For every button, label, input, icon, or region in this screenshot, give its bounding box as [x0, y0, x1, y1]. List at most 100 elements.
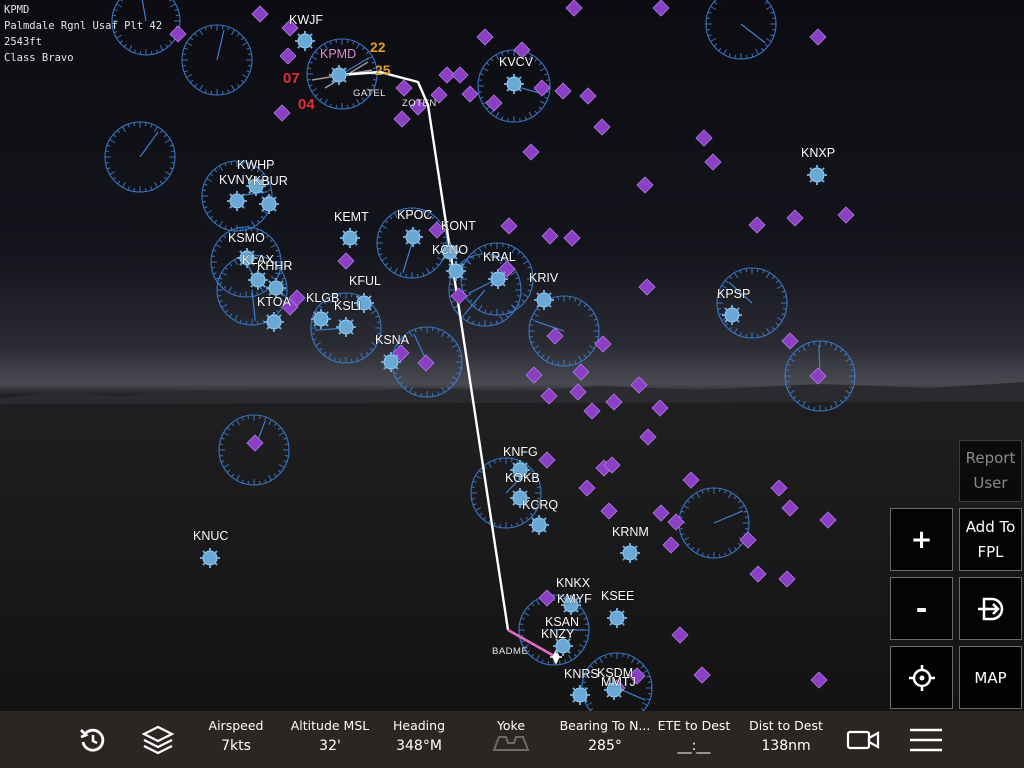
airport-label[interactable]: KNZY	[541, 627, 575, 641]
range-ring-tick	[247, 53, 252, 56]
airport-label[interactable]: KSNA	[375, 333, 410, 347]
airport-label[interactable]: KPSP	[717, 287, 751, 301]
airport-label[interactable]: KHHR	[257, 259, 293, 273]
airport-label[interactable]: KWJF	[289, 13, 324, 27]
instrument-airspeed[interactable]: Airspeed 7kts	[196, 711, 276, 768]
airport-label[interactable]: KFUL	[349, 274, 381, 288]
airport-marker[interactable]	[722, 305, 742, 325]
range-ring-tick	[202, 200, 207, 203]
airport-marker[interactable]	[381, 352, 401, 372]
instrument-value: __:__	[677, 738, 711, 754]
instrument-ete[interactable]: ETE to Dest __:__	[656, 711, 732, 768]
range-ring-tick	[449, 283, 454, 285]
airport-marker-dot	[202, 550, 218, 566]
range-ring-tick	[771, 28, 776, 31]
airport-marker[interactable]	[529, 515, 549, 535]
airport-label[interactable]: KVCV	[499, 55, 534, 69]
airport-marker[interactable]	[340, 228, 360, 248]
range-ring-tick	[734, 54, 737, 59]
airport-marker[interactable]	[200, 548, 220, 568]
airport-label[interactable]: KNKX	[556, 576, 591, 590]
airport-marker[interactable]	[329, 65, 349, 85]
runway-number: 22	[370, 39, 386, 55]
instrument-distance[interactable]: Dist to Dest 138nm	[744, 711, 828, 768]
range-ring-tick	[210, 90, 213, 95]
airport-label[interactable]: KNXP	[801, 146, 835, 160]
airport-marker[interactable]	[446, 261, 466, 281]
range-ring-tick	[718, 553, 721, 558]
menu-button[interactable]	[907, 723, 945, 757]
range-ring-tick	[813, 341, 816, 346]
airport-marker[interactable]	[488, 269, 508, 289]
range-ring-tick	[785, 380, 790, 383]
instrument-altitude[interactable]: Altitude MSL 32'	[282, 711, 378, 768]
center-button[interactable]	[890, 646, 953, 709]
airport-label[interactable]: KSMO	[228, 231, 265, 245]
airport-marker[interactable]	[336, 317, 356, 337]
airport-marker[interactable]	[248, 270, 268, 290]
airport-label[interactable]: KOKB	[505, 471, 540, 485]
range-ring-tick	[744, 516, 749, 519]
airport-label[interactable]: KRAL	[483, 250, 516, 264]
airport-marker[interactable]	[403, 227, 423, 247]
airport-label[interactable]: MMTJ	[601, 675, 636, 689]
airport-label[interactable]: KNFG	[503, 445, 538, 459]
report-user-button[interactable]: Report User	[959, 440, 1022, 502]
airport-marker[interactable]	[259, 194, 279, 214]
airport-label[interactable]: KPMD	[320, 47, 357, 61]
airport-label[interactable]: KCRQ	[522, 498, 559, 512]
airport-label[interactable]: KNRS	[564, 667, 599, 681]
airport-label[interactable]: KVNY	[219, 173, 254, 187]
airport-label[interactable]: KEMT	[334, 210, 369, 224]
airport-label[interactable]: KPOC	[397, 208, 433, 222]
airport-label[interactable]: KCNO	[432, 243, 469, 257]
airport-label[interactable]: KONT	[441, 219, 476, 233]
range-ring-tick	[707, 553, 710, 558]
range-ring-tick	[610, 653, 613, 658]
range-ring-tick	[457, 366, 462, 369]
range-ring-tick	[507, 117, 509, 122]
map-view[interactable]: KWJF KPMD KVCV KNXP KWHPKVNY KBUR KEMT KPOC KONT…	[0, 0, 1024, 768]
range-ring-tick	[217, 283, 222, 286]
range-ring-tick	[850, 380, 855, 383]
range-ring-tick	[211, 266, 216, 269]
instrument-bearing[interactable]: Bearing To N... 285°	[554, 711, 656, 768]
airport-marker[interactable]	[264, 312, 284, 332]
airport-label[interactable]: KSEE	[601, 589, 635, 603]
instrument-yoke[interactable]: Yoke	[472, 711, 550, 768]
zoom-in-button[interactable]: +	[890, 508, 953, 571]
range-ring-tick	[621, 653, 624, 658]
layers-button[interactable]	[140, 723, 176, 757]
direct-to-button[interactable]	[959, 577, 1022, 640]
airport-marker[interactable]	[534, 290, 554, 310]
camera-button[interactable]	[845, 723, 881, 757]
airport-label[interactable]: KNUC	[193, 529, 229, 543]
airport-label[interactable]: KRIV	[529, 271, 559, 285]
airport-marker-dot	[313, 311, 329, 327]
airport-label[interactable]: KMYF	[557, 592, 592, 606]
range-ring-tick	[717, 307, 722, 310]
airport-label[interactable]: KWHP	[237, 158, 275, 172]
range-ring-tick	[499, 458, 502, 463]
airport-marker[interactable]	[295, 31, 315, 51]
restart-button[interactable]	[76, 723, 110, 757]
airport-label[interactable]: KSLI	[334, 299, 362, 313]
airport-marker[interactable]	[620, 543, 640, 563]
range-ring-tick	[247, 415, 250, 420]
zoom-out-button[interactable]: -	[890, 577, 953, 640]
airport-marker[interactable]	[311, 309, 331, 329]
airport-marker-dot	[622, 545, 638, 561]
airport-label[interactable]: KBUR	[253, 174, 288, 188]
range-ring-tick	[284, 443, 289, 446]
airport-marker[interactable]	[807, 165, 827, 185]
airport-marker[interactable]	[504, 74, 524, 94]
airport-label[interactable]: KTOA	[257, 295, 292, 309]
airport-label[interactable]: KRNM	[612, 525, 649, 539]
range-ring-tick	[516, 295, 521, 297]
instrument-heading[interactable]: Heading 348°M	[380, 711, 458, 768]
airport-marker[interactable]	[227, 191, 247, 211]
map-button[interactable]: MAP	[959, 646, 1022, 709]
airport-marker[interactable]	[607, 608, 627, 628]
add-to-fpl-button[interactable]: Add To FPL	[959, 508, 1022, 571]
airport-marker[interactable]	[570, 685, 590, 705]
